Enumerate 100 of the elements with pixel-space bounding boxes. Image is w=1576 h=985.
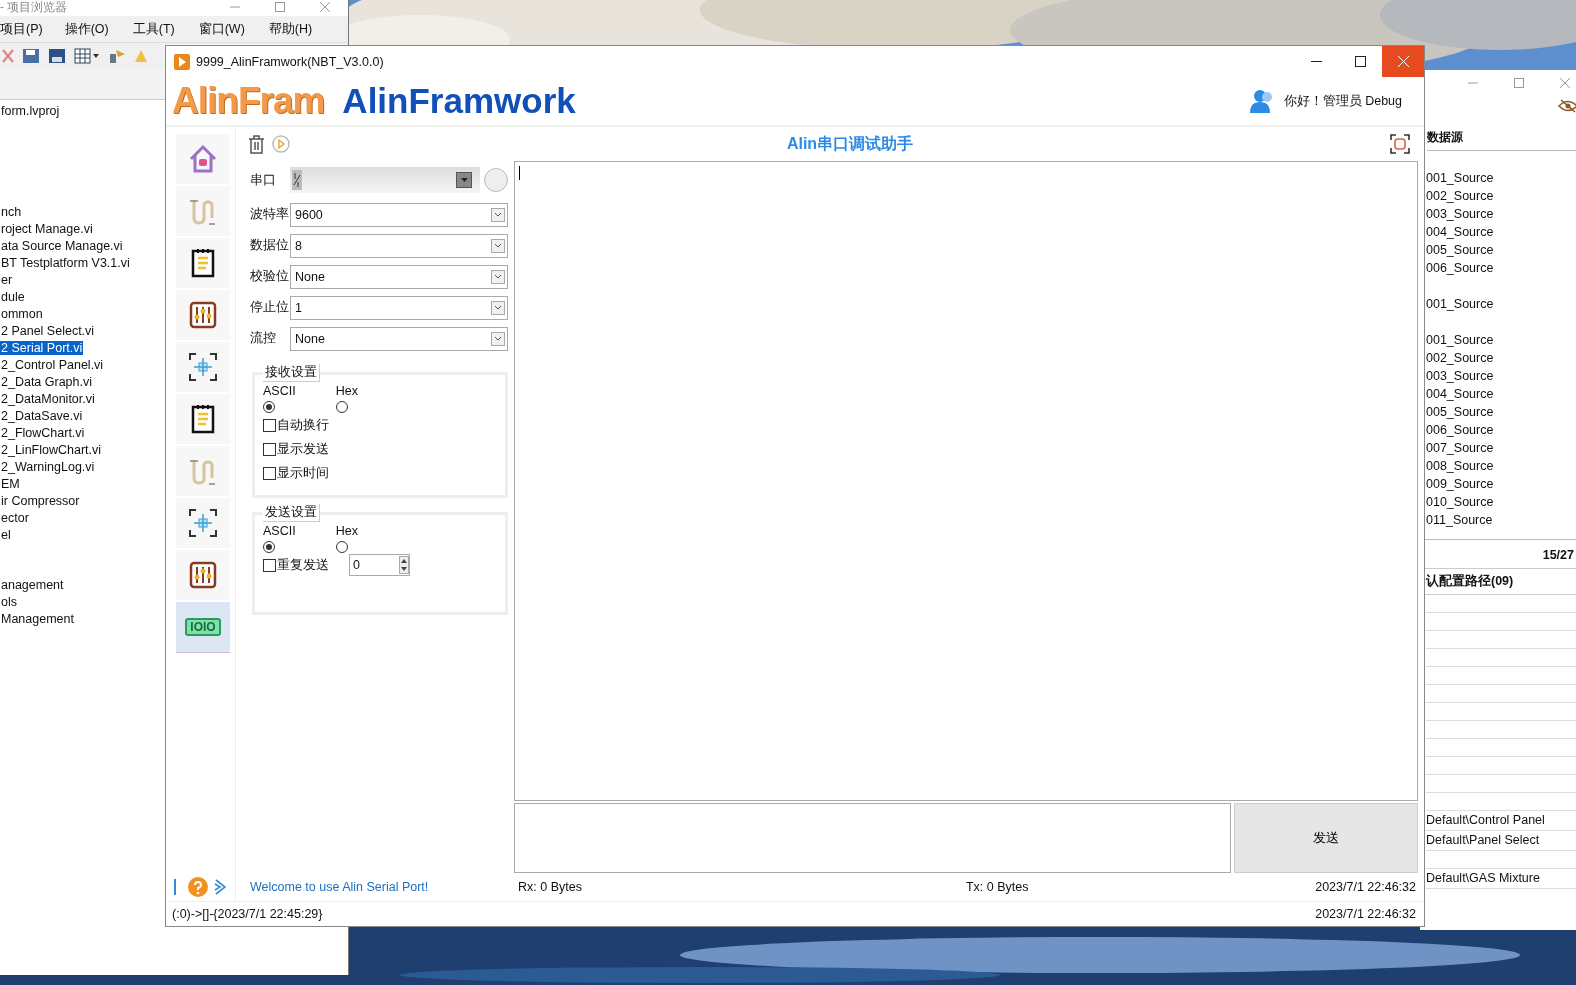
tree-item[interactable]: el <box>0 528 12 542</box>
welcome-message: Welcome to use Alin Serial Port! <box>250 880 430 894</box>
tree-item[interactable]: ols <box>0 595 18 609</box>
nav-button[interactable]: IOIO <box>176 602 230 653</box>
dropdown[interactable]: 1 <box>290 295 508 320</box>
nav-button[interactable] <box>176 550 230 600</box>
rx-counter: Rx: 0 Bytes <box>518 880 582 894</box>
field-label: 波特率 <box>250 206 290 223</box>
chevron-right-icon[interactable] <box>214 878 228 896</box>
source-item[interactable]: 010_Source <box>1426 493 1576 511</box>
tree-item[interactable]: 2_WarningLog.vi <box>0 460 96 474</box>
floppy-icon[interactable] <box>48 48 66 64</box>
hidden-eye-icon[interactable] <box>1558 99 1576 113</box>
dropdown[interactable]: 9600 <box>290 202 508 227</box>
tree-item[interactable]: 2_Control Panel.vi <box>0 358 105 372</box>
tree-item[interactable]: 2_Data Graph.vi <box>0 375 94 389</box>
logo: AlinFram <box>172 80 325 122</box>
tree-item[interactable]: ector <box>0 511 30 525</box>
checkbox[interactable] <box>263 442 276 456</box>
source-item[interactable]: 005_Source <box>1426 241 1576 259</box>
tools-icon[interactable] <box>108 48 126 64</box>
number-field[interactable]: 0 <box>349 554 410 576</box>
tree-item[interactable]: 2_DataSave.vi <box>0 409 84 423</box>
port-select[interactable] <box>290 167 480 193</box>
tree-item[interactable]: ir Compressor <box>0 494 81 508</box>
menu-item[interactable]: 窗口(W) <box>198 20 255 38</box>
chevron-icon <box>491 331 505 346</box>
source-item[interactable]: 009_Source <box>1426 475 1576 493</box>
menu-item[interactable]: 工具(T) <box>132 20 185 38</box>
status-log: (:0)->[]-{2023/7/1 22:45:29} <box>172 907 323 921</box>
window-title: - 项目浏览器 <box>0 0 68 16</box>
source-item[interactable]: 011_Source <box>1426 511 1576 529</box>
source-item[interactable]: 008_Source <box>1426 457 1576 475</box>
source-item[interactable]: 002_Source <box>1426 349 1576 367</box>
tree-item[interactable]: anagement <box>0 578 65 592</box>
nav-button[interactable] <box>176 342 230 392</box>
dropdown[interactable]: None <box>290 326 508 351</box>
tree-item[interactable]: ata Source Manage.vi <box>0 239 124 253</box>
source-item[interactable]: 001_Source <box>1426 331 1576 349</box>
close-icon[interactable] <box>320 2 330 12</box>
tree-item[interactable]: 2_DataMonitor.vi <box>0 392 96 406</box>
radio-label: Hex <box>335 384 358 398</box>
tree-item[interactable]: 2_FlowChart.vi <box>0 426 86 440</box>
app-name: AlinFramwork <box>342 81 576 121</box>
dropdown[interactable]: 8 <box>290 233 508 258</box>
source-item[interactable]: 001_Source <box>1426 295 1576 313</box>
path-cell: Default\Control Panel <box>1426 811 1576 831</box>
checkbox[interactable] <box>263 466 276 480</box>
maximize-icon[interactable] <box>275 2 285 12</box>
source-item[interactable]: 006_Source <box>1426 421 1576 439</box>
nav-button[interactable] <box>176 290 230 340</box>
tx-counter: Tx: 0 Bytes <box>965 880 1029 894</box>
field-label: 串口 <box>250 171 277 189</box>
fullscreen-icon[interactable] <box>1390 134 1410 154</box>
crosshair-icon <box>188 352 218 382</box>
menu-item[interactable]: 操作(O) <box>64 20 119 38</box>
tree-item[interactable]: roject Manage.vi <box>0 222 94 236</box>
tree-item[interactable]: ommon <box>0 307 44 321</box>
dropdown[interactable]: None <box>290 264 508 289</box>
send-input[interactable] <box>514 803 1231 873</box>
group-title: 发送设置 <box>263 504 320 522</box>
source-item[interactable]: 001_Source <box>1426 169 1576 187</box>
menu-item[interactable]: 帮助(H) <box>268 20 323 38</box>
tree-item[interactable]: er <box>0 273 14 287</box>
tree-item[interactable]: 2 Serial Port.vi <box>0 341 84 355</box>
notepad-icon <box>191 404 215 434</box>
checkbox[interactable] <box>263 558 276 572</box>
crosshair-icon <box>188 508 218 538</box>
tree-item[interactable]: 2_LinFlowChart.vi <box>0 443 103 457</box>
tree-item[interactable]: form.lvproj <box>0 104 61 118</box>
tree-item[interactable]: nch <box>0 205 23 219</box>
home-icon <box>188 144 218 174</box>
close-icon[interactable] <box>1560 77 1570 88</box>
save-icon[interactable] <box>22 48 40 64</box>
field-label: 数据位 <box>250 237 290 254</box>
source-item[interactable]: 003_Source <box>1426 205 1576 223</box>
source-item[interactable]: 004_Source <box>1426 385 1576 403</box>
menu-item[interactable]: 项目(P) <box>0 20 53 38</box>
maximize-icon <box>1354 56 1366 67</box>
source-item[interactable]: 007_Source <box>1426 439 1576 457</box>
grid-icon[interactable] <box>74 48 100 64</box>
tree-item[interactable]: Management <box>0 612 75 626</box>
source-item[interactable]: 003_Source <box>1426 367 1576 385</box>
source-item[interactable]: 006_Source <box>1426 259 1576 277</box>
tree-item[interactable]: BT Testplatform V3.1.vi <box>0 256 131 270</box>
source-item[interactable]: 005_Source <box>1426 403 1576 421</box>
source-item[interactable]: 002_Source <box>1426 187 1576 205</box>
source-item[interactable]: 004_Source <box>1426 223 1576 241</box>
radio-label: Hex <box>335 524 358 538</box>
spin-arrows-icon[interactable] <box>399 556 409 574</box>
send-button[interactable]: 发送 <box>1234 803 1418 873</box>
tree-item[interactable]: 2 Panel Select.vi <box>0 324 96 338</box>
trash-icon[interactable] <box>248 134 265 154</box>
nav-button[interactable] <box>176 238 230 288</box>
checkbox[interactable] <box>263 418 276 432</box>
nav-button[interactable] <box>176 498 230 548</box>
maximize-icon[interactable] <box>1514 77 1524 88</box>
tree-item[interactable]: EM <box>0 477 21 491</box>
nav-button[interactable] <box>176 394 230 444</box>
tree-item[interactable]: dule <box>0 290 26 304</box>
